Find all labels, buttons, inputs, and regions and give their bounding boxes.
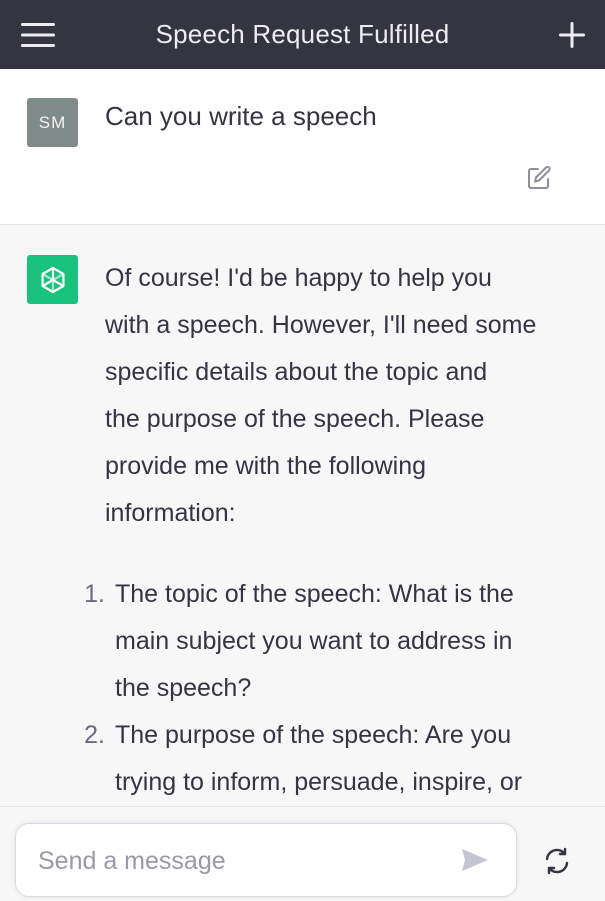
plus-icon[interactable] bbox=[557, 20, 587, 50]
regenerate-icon[interactable] bbox=[541, 846, 573, 876]
list-item-text: The topic of the speech: What is the mai… bbox=[115, 571, 575, 712]
list-line: The purpose of the speech: Are you bbox=[115, 721, 512, 749]
openai-logo-icon bbox=[27, 255, 78, 304]
send-icon[interactable] bbox=[460, 847, 490, 873]
list-item: 2. The purpose of the speech: Are you tr… bbox=[75, 712, 575, 806]
list-item-number: 1. bbox=[84, 580, 105, 608]
list-item-number: 2. bbox=[84, 721, 105, 749]
hamburger-menu-icon[interactable] bbox=[20, 22, 56, 48]
user-message-text: Can you write a speech bbox=[105, 101, 377, 131]
message-input[interactable] bbox=[36, 842, 440, 880]
top-bar: Speech Request Fulfilled bbox=[0, 0, 605, 69]
intro-line: Of course! I'd be happy to help you bbox=[105, 264, 492, 292]
edit-icon[interactable] bbox=[525, 164, 553, 192]
intro-line: provide me with the following bbox=[105, 452, 426, 480]
intro-line: the purpose of the speech. Please bbox=[105, 405, 485, 433]
intro-line: specific details about the topic and bbox=[105, 358, 488, 386]
list-item-text: The purpose of the speech: Are you tryin… bbox=[115, 712, 575, 806]
list-line: main subject you want to address in bbox=[115, 627, 513, 655]
intro-line: with a speech. However, I'll need some bbox=[105, 311, 537, 339]
user-avatar: SM bbox=[27, 98, 78, 147]
conversation-title: Speech Request Fulfilled bbox=[155, 19, 450, 49]
list-line: the speech? bbox=[115, 674, 252, 702]
assistant-intro-paragraph: Of course! I'd be happy to help you with… bbox=[105, 255, 575, 537]
message-input-container[interactable] bbox=[15, 823, 517, 897]
user-message-row bbox=[0, 69, 605, 225]
numbered-list: 1. The topic of the speech: What is the … bbox=[75, 571, 575, 806]
list-item: 1. The topic of the speech: What is the … bbox=[75, 571, 575, 712]
list-line: The topic of the speech: What is the bbox=[115, 580, 514, 608]
intro-line: information: bbox=[105, 499, 236, 527]
list-line: trying to inform, persuade, inspire, or bbox=[115, 768, 523, 796]
